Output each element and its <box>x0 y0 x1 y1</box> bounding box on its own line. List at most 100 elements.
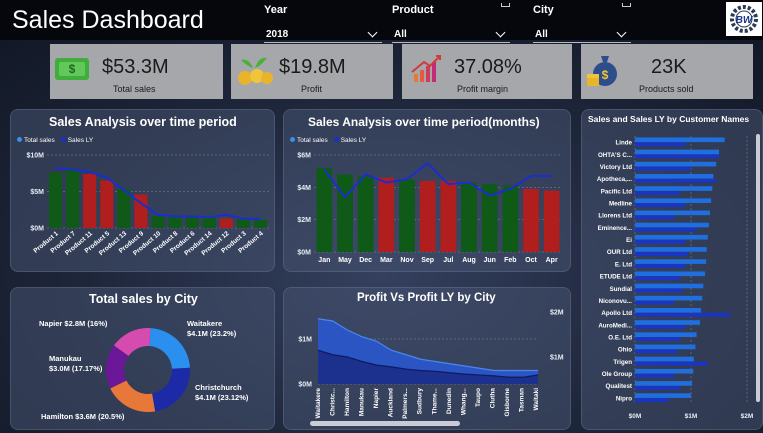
y-tick-label: AuroMedi... <box>598 322 632 329</box>
slice-label: Manukau <box>49 354 82 363</box>
x-tick-label: Dunedin <box>446 388 453 414</box>
y-tick-label: O.E. Ltd <box>608 335 632 342</box>
chevron-down-icon[interactable] <box>367 27 378 37</box>
kpi-label: Products sold <box>639 84 694 94</box>
product-filter[interactable]: Product All <box>392 3 510 43</box>
slice-label: Waitakere <box>187 319 222 328</box>
sales-ly-bar <box>635 264 686 269</box>
kpi-label: Profit <box>301 84 323 94</box>
kpi-value: 37.08% <box>454 56 522 78</box>
x-tick-label: Mar <box>380 257 393 264</box>
sales-ly-bar <box>635 349 677 354</box>
sales-bar <box>635 234 708 240</box>
y-tick-label: Victory Ltd <box>600 164 632 171</box>
sales-ly-bar <box>635 251 689 256</box>
kpi-value: 23K <box>651 56 687 78</box>
sales-bar <box>635 368 694 374</box>
x-tick-label: Napier <box>373 388 380 409</box>
y-tick-label: Llorens Ltd <box>598 213 632 220</box>
chevron-down-icon[interactable] <box>495 27 506 37</box>
y-tick-label: Ohio <box>618 347 632 354</box>
y-tick-label: $2M <box>550 310 564 317</box>
city-dropdown[interactable]: All <box>533 26 631 43</box>
y-tick-label: $2M <box>297 217 311 224</box>
clear-selection-icon[interactable] <box>501 3 510 7</box>
monthly-sales-chart: $0M $2M $4M $6M Jan May Dec Mar Nov Sep Jul Aug Jun F… <box>297 153 562 264</box>
slice-label: Christchurch <box>195 383 242 392</box>
year-dropdown[interactable]: 2018 <box>264 26 382 43</box>
sales-bar <box>635 222 709 228</box>
x-tick-label: Manukau <box>359 388 366 416</box>
y-tick-label: $5M <box>30 189 44 196</box>
chevron-down-icon[interactable] <box>616 27 627 37</box>
sales-ly-bar <box>635 239 686 244</box>
bar <box>502 185 519 252</box>
sales-by-month-panel: Sales Analysis over time period(months) … <box>283 109 571 272</box>
bar <box>419 180 436 252</box>
y-tick-label: Eminence... <box>598 225 633 232</box>
x-tick-label: Whang... <box>460 388 467 415</box>
y-tick-label: $10M <box>26 153 44 160</box>
sales-bar <box>635 149 719 155</box>
sales-bar <box>635 308 702 313</box>
bar <box>543 190 560 252</box>
y-tick-label: Linde <box>616 140 633 147</box>
x-tick-label: Tasman <box>518 388 525 412</box>
sales-by-city-panel: Total sales by City Waitakere $4.1M (23.2… <box>10 287 275 430</box>
y-tick-label: $1M <box>550 355 564 362</box>
kpi-total-sales: $ $53.3M Total sales <box>50 44 223 99</box>
clear-selection-icon[interactable] <box>622 3 631 7</box>
bar <box>83 173 97 228</box>
year-filter[interactable]: Year 2018 <box>264 4 382 43</box>
slice-label: Napier $2.8M (16%) <box>39 319 108 328</box>
y-tick-label: Sundial <box>610 286 633 293</box>
sales-bar <box>635 174 714 179</box>
sales-bar <box>635 259 707 264</box>
city-filter[interactable]: City All <box>533 3 631 43</box>
sales-bar <box>635 198 712 203</box>
page-title: Sales Dashboard <box>12 6 204 34</box>
y-tick-label: $4M <box>297 185 311 192</box>
kpi-products-sold: $ 23K Products sold <box>581 44 753 99</box>
year-dropdown-value: 2018 <box>266 28 289 40</box>
kpi-label: Total sales <box>113 84 156 94</box>
x-tick-label: $2M <box>741 413 754 420</box>
city-dropdown-value: All <box>535 28 548 40</box>
sales-ly-bar <box>635 288 683 293</box>
slice-value: $4.1M (23.2%) <box>187 329 237 338</box>
x-tick-label: Jun <box>483 257 495 264</box>
bar <box>49 172 63 228</box>
donut-slice <box>152 367 190 412</box>
sales-bar <box>635 186 713 191</box>
x-tick-label: Gisborne <box>504 388 511 417</box>
bar <box>168 216 182 228</box>
vertical-scrollbar[interactable] <box>756 134 760 402</box>
y-tick-label: Medline <box>609 201 633 208</box>
bar <box>253 219 267 228</box>
y-tick-label: Apollo Ltd <box>601 310 632 317</box>
x-tick-label: Oct <box>525 257 537 264</box>
company-logo: BW <box>726 2 762 36</box>
sales-ly-bar <box>635 191 680 195</box>
product-dropdown[interactable]: All <box>392 26 510 43</box>
y-tick-label: Ole Group <box>602 371 632 378</box>
slice-value: $3.0M (17.17%) <box>49 364 103 373</box>
kpi-value: $53.3M <box>102 56 169 78</box>
y-tick-label: $6M <box>297 153 311 160</box>
x-tick-label: Auckland <box>388 388 395 417</box>
sales-by-customer-panel: Sales and Sales LY by Customer Names $0M… <box>581 109 763 430</box>
city-donut-chart: Waitakere$4.1M (23.2%) Christchurch$4.1M … <box>39 319 249 421</box>
bar <box>378 177 395 252</box>
x-tick-label: Jul <box>443 257 453 264</box>
sales-bar <box>635 344 696 350</box>
sales-ly-bar <box>635 203 686 208</box>
y-tick-label: E. Ltd <box>615 261 632 268</box>
horizontal-scrollbar[interactable] <box>310 421 460 426</box>
sales-bar <box>635 320 700 325</box>
y-tick-label: $0M <box>30 226 44 233</box>
year-filter-label: Year <box>264 4 288 16</box>
bar <box>399 179 415 252</box>
x-tick-label: Christc... <box>330 388 337 416</box>
bar <box>202 217 216 228</box>
sales-bar <box>635 161 717 167</box>
